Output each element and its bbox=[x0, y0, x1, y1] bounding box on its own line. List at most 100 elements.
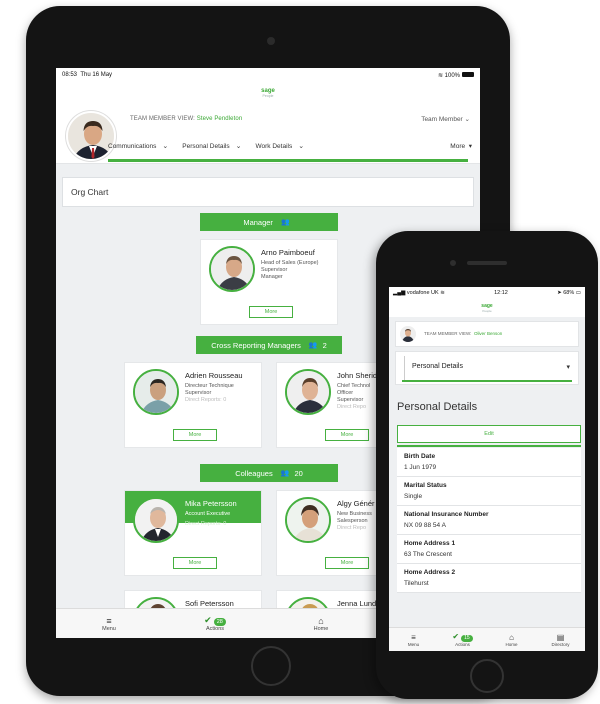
cross-manager-card[interactable]: Adrien Rousseau Directeur Technique Supe… bbox=[124, 362, 262, 448]
battery-percent: 68% bbox=[563, 290, 575, 296]
nav-work-details[interactable]: Work Details ⌄ bbox=[256, 142, 305, 151]
team-member-view-label: TEAM MEMBER VIEW: bbox=[130, 116, 195, 122]
profile-nav: Communications ⌄ Personal Details ⌄ Work D… bbox=[108, 135, 472, 157]
tablet-home-button[interactable] bbox=[251, 646, 291, 686]
dropdown-underline bbox=[402, 380, 572, 382]
home-icon: ⌂ bbox=[509, 632, 514, 642]
home-icon: ⌂ bbox=[318, 615, 324, 626]
edit-button[interactable]: Edit bbox=[397, 425, 581, 443]
avatar bbox=[209, 246, 255, 292]
battery-percent: 100% bbox=[444, 72, 460, 79]
cross-reporting-section-bar: Cross Reporting Managers 👥 2 bbox=[196, 336, 342, 354]
phone-status-bar: ▂▄▆ vodafone UK ≋ 12:12 ➤ 68% ▭ bbox=[389, 287, 585, 299]
battery-icon bbox=[462, 72, 474, 78]
cross-reporting-count: 2 bbox=[322, 340, 327, 350]
person-name: Sofi Petersson bbox=[185, 599, 234, 608]
detail-row: Birth Date 1 Jun 1979 bbox=[397, 448, 581, 477]
direct-reports: Direct Repo bbox=[337, 404, 367, 410]
marketing-composite: 08:53 Thu 16 May ≋ 100% sage People TEAM… bbox=[0, 0, 600, 704]
field-value: NX 09 88 54 A bbox=[404, 522, 446, 529]
avatar[interactable] bbox=[400, 326, 416, 342]
nav-personal-details[interactable]: Personal Details ⌄ bbox=[182, 142, 241, 151]
section-dropdown[interactable]: Personal Details ▾ bbox=[395, 351, 579, 385]
tab-actions[interactable]: ✔ 15 Actions bbox=[441, 632, 485, 647]
chevron-down-icon: ⌄ bbox=[162, 143, 169, 150]
person-photo-icon bbox=[135, 499, 177, 541]
person-photo-icon bbox=[135, 371, 177, 413]
direct-reports: Direct Reports: 0 bbox=[185, 521, 227, 527]
field-label: Birth Date bbox=[404, 453, 436, 460]
avatar bbox=[285, 497, 331, 543]
field-label: National Insurance Number bbox=[404, 511, 489, 518]
person-name: Algy Génér bbox=[337, 499, 375, 508]
group-icon: 👥 bbox=[280, 219, 290, 226]
person-title-cont: Salesperson bbox=[337, 518, 368, 524]
field-label: Home Address 1 bbox=[404, 540, 456, 547]
detail-row: Home Address 1 63 The Crescent bbox=[397, 535, 581, 564]
sage-logo: sage People bbox=[56, 82, 480, 104]
role-dropdown[interactable]: Team Member ⌄ bbox=[421, 115, 470, 123]
person-name: Mika Petersson bbox=[185, 499, 237, 508]
person-name: Arno Paimboeuf bbox=[261, 248, 315, 257]
colleagues-count: 20 bbox=[294, 468, 303, 478]
status-time: 12:12 bbox=[494, 290, 508, 296]
wifi-icon: ≋ bbox=[440, 290, 445, 296]
phone-content: TEAM MEMBER VIEW: Oliver Benson Personal… bbox=[389, 317, 585, 627]
field-value: 1 Jun 1979 bbox=[404, 464, 437, 471]
direct-reports: Direct Reports: 0 bbox=[185, 397, 227, 403]
tab-menu[interactable]: ≡ Menu bbox=[79, 616, 139, 632]
team-member-view-label: TEAM MEMBER VIEW: bbox=[424, 331, 472, 336]
details-list: Birth Date 1 Jun 1979 Marital Status Sin… bbox=[397, 448, 581, 593]
tab-actions[interactable]: ✔ 28 Actions bbox=[185, 615, 245, 632]
location-icon: ➤ bbox=[557, 290, 562, 296]
logo-product: People bbox=[482, 308, 492, 313]
sage-logo: sage People bbox=[389, 299, 585, 317]
chevron-down-icon: ⌄ bbox=[464, 116, 470, 123]
profile-header: TEAM MEMBER VIEW: Steve Pendleton Team M… bbox=[56, 104, 480, 164]
manager-card[interactable]: Arno Paimboeuf Head of Sales (Europe) Su… bbox=[200, 239, 338, 325]
more-button[interactable]: More bbox=[325, 557, 369, 569]
field-value: Tilehurst bbox=[404, 580, 429, 587]
nav-more[interactable]: More ▾ bbox=[450, 142, 472, 151]
phone-home-button[interactable] bbox=[470, 659, 504, 693]
person-title: Chief Technol bbox=[337, 383, 371, 389]
phone-device: ▂▄▆ vodafone UK ≋ 12:12 ➤ 68% ▭ sage Peo… bbox=[376, 231, 598, 699]
team-member-view-card: TEAM MEMBER VIEW: Oliver Benson bbox=[395, 321, 579, 347]
more-button[interactable]: More bbox=[173, 557, 217, 569]
person-title-cont: Officer bbox=[337, 390, 354, 396]
person-photo-icon bbox=[400, 326, 416, 342]
field-label: Home Address 2 bbox=[404, 569, 456, 576]
field-value: Single bbox=[404, 493, 423, 500]
person-photo-icon bbox=[287, 499, 329, 541]
section-underline bbox=[397, 445, 581, 447]
person-role: Supervisor bbox=[261, 267, 288, 273]
caret-down-icon: ▾ bbox=[468, 143, 472, 150]
more-button[interactable]: More bbox=[325, 429, 369, 441]
tab-home[interactable]: ⌂ Home bbox=[291, 616, 351, 632]
more-button[interactable]: More bbox=[249, 306, 293, 318]
nav-underline bbox=[108, 159, 468, 162]
tab-directory[interactable]: ▤ Directory bbox=[539, 633, 583, 647]
org-chart-heading: Org Chart bbox=[62, 177, 474, 207]
person-name: John Sherid bbox=[337, 371, 378, 380]
avatar bbox=[133, 369, 179, 415]
check-icon: ✔ bbox=[204, 615, 212, 625]
status-time: 08:53 bbox=[62, 72, 78, 78]
person-title: Account Executive bbox=[185, 511, 231, 517]
person-title: Directeur Technique bbox=[185, 383, 234, 389]
colleagues-section-bar: Colleagues 👥 20 bbox=[200, 464, 338, 482]
colleague-card-selected[interactable]: Mika Petersson Account Executive Direct … bbox=[124, 490, 262, 576]
avatar bbox=[133, 497, 179, 543]
caret-down-icon: ▾ bbox=[566, 364, 570, 371]
person-relationship: Manager bbox=[261, 274, 283, 280]
page-title: Personal Details bbox=[397, 401, 478, 413]
field-value: 63 The Crescent bbox=[404, 551, 452, 558]
nav-communications[interactable]: Communications ⌄ bbox=[108, 142, 169, 151]
team-member-name: Oliver Benson bbox=[473, 331, 503, 336]
person-photo-icon bbox=[287, 371, 329, 413]
detail-row: Home Address 2 Tilehurst bbox=[397, 564, 581, 593]
manager-section-bar: Manager 👥 bbox=[200, 213, 338, 231]
tab-home[interactable]: ⌂ Home bbox=[490, 633, 534, 647]
more-button[interactable]: More bbox=[173, 429, 217, 441]
tab-menu[interactable]: ≡ Menu bbox=[392, 633, 436, 647]
